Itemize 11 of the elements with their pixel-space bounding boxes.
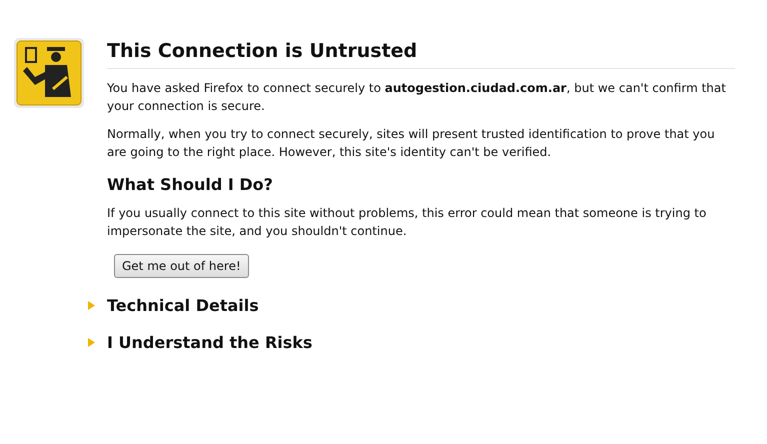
explanation-text: Normally, when you try to connect securely, sites will present trusted identification to prove that you are going to the right place. However, this site's identity can't be verified. [107, 126, 716, 161]
officer-icon [13, 37, 85, 109]
intro-text: You have asked Firefox to connect securely to autogestion.ciudad.com.ar, but we can't confirm that your connection is secure. [107, 80, 727, 115]
expand-icon[interactable] [87, 301, 96, 310]
section-toggle[interactable]: I Understand the Risks [107, 333, 312, 352]
advice-text: If you usually connect to this site without problems, this error could mean that someone is trying to impersonate the site, and you shouldn't continue. [107, 205, 708, 240]
section-heading: What Should I Do? [107, 175, 274, 194]
get-me-out-button[interactable]: Get me out of here! [114, 254, 249, 278]
page-title: This Connection is Untrusted [107, 40, 735, 69]
section-toggle[interactable]: Technical Details [107, 296, 259, 315]
expand-icon[interactable] [87, 338, 96, 347]
